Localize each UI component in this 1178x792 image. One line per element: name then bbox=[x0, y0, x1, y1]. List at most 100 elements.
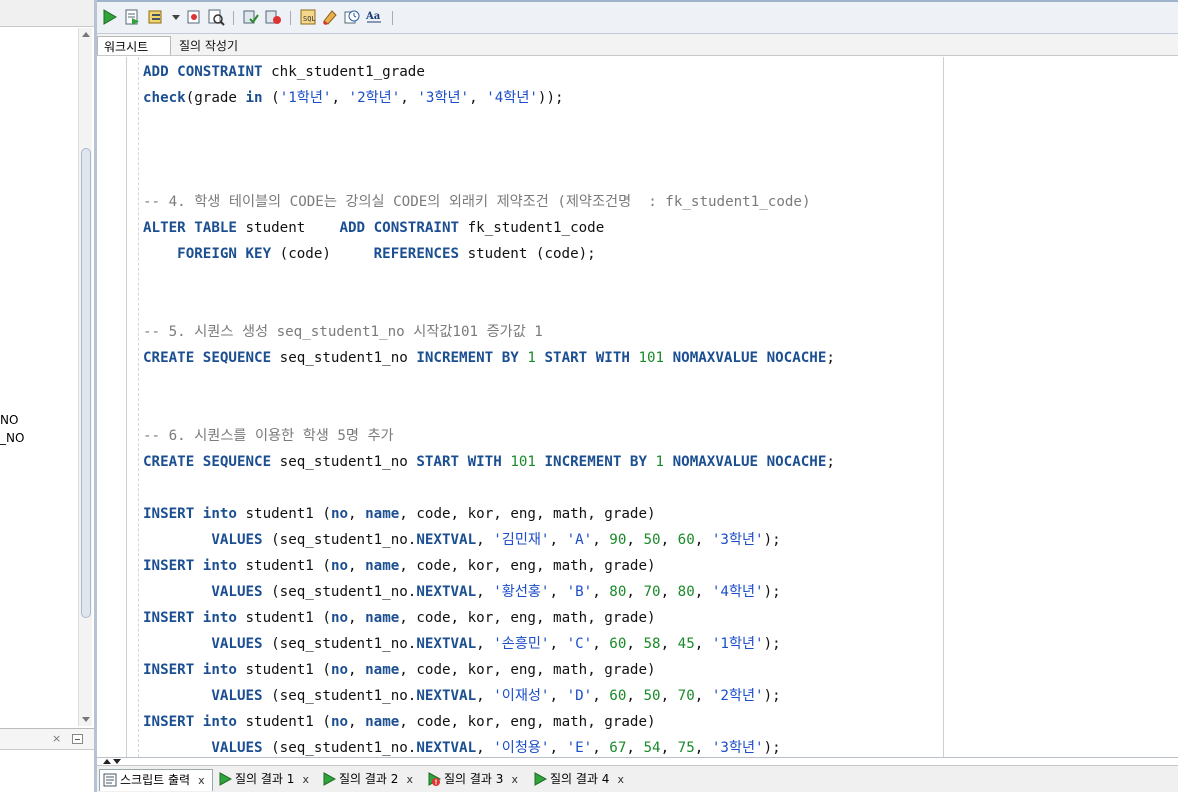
tab-script-output[interactable]: 스크립트 출력 x bbox=[99, 769, 213, 791]
code-line[interactable]: INSERT into student1 (no, name, code, ko… bbox=[143, 501, 1173, 527]
code-line[interactable]: CREATE SEQUENCE seq_student1_no START WI… bbox=[143, 449, 1173, 475]
code-line[interactable] bbox=[143, 475, 1173, 501]
left-panel-scrollbar[interactable] bbox=[78, 28, 92, 726]
code-token: , bbox=[592, 636, 610, 652]
code-token: '김민재' bbox=[493, 532, 550, 548]
code-line[interactable]: INSERT into student1 (no, name, code, ko… bbox=[143, 605, 1173, 631]
code-line[interactable]: INSERT into student1 (no, name, code, ko… bbox=[143, 553, 1173, 579]
code-token: (seq_student1_no. bbox=[262, 584, 417, 600]
code-line[interactable]: -- 4. 학생 테이블의 CODE는 강의실 CODE의 외래키 제약조건 (… bbox=[143, 189, 1173, 215]
code-token: VALUES bbox=[211, 532, 263, 548]
code-line[interactable]: -- 6. 시퀀스를 이용한 학생 5명 추가 bbox=[143, 423, 1173, 449]
tab-worksheet[interactable]: 워크시트 bbox=[97, 36, 171, 55]
code-token: 75 bbox=[677, 740, 695, 756]
code-token: , bbox=[660, 532, 678, 548]
code-line[interactable]: ADD CONSTRAINT chk_student1_grade bbox=[143, 59, 1173, 85]
code-token: , bbox=[476, 688, 494, 704]
code-token: no bbox=[330, 714, 349, 730]
minimize-icon[interactable] bbox=[72, 734, 83, 744]
code-line[interactable]: VALUES (seq_student1_no.NEXTVAL, '이재성', … bbox=[143, 683, 1173, 709]
code-line[interactable]: VALUES (seq_student1_no.NEXTVAL, '이청용', … bbox=[143, 735, 1173, 757]
code-line[interactable]: VALUES (seq_student1_no.NEXTVAL, '손흥민', … bbox=[143, 631, 1173, 657]
expand-up-icon[interactable] bbox=[103, 759, 111, 764]
collapse-down-icon[interactable] bbox=[113, 759, 121, 764]
code-line[interactable] bbox=[143, 293, 1173, 319]
code-token: , bbox=[660, 740, 678, 756]
code-line[interactable]: VALUES (seq_student1_no.NEXTVAL, '황선홍', … bbox=[143, 579, 1173, 605]
tab-label: 질의 결과 1 bbox=[235, 772, 295, 786]
tab-query-builder[interactable]: 질의 작성기 bbox=[173, 36, 244, 55]
tab-query-result-2[interactable]: 질의 결과 2 x bbox=[319, 769, 413, 791]
code-line[interactable]: INSERT into student1 (no, name, code, ko… bbox=[143, 657, 1173, 683]
code-token: (grade bbox=[185, 90, 246, 106]
code-token: 70 bbox=[677, 688, 695, 704]
scrollbar-thumb[interactable] bbox=[81, 148, 91, 618]
close-icon[interactable]: x bbox=[617, 773, 624, 786]
close-icon[interactable]: x bbox=[406, 773, 413, 786]
code-line[interactable]: check(grade in ('1학년', '2학년', '3학년', '4학… bbox=[143, 85, 1173, 111]
tab-query-result-1[interactable]: 질의 결과 1 x bbox=[215, 769, 309, 791]
code-line[interactable] bbox=[143, 163, 1173, 189]
format-case-icon[interactable]: Aa bbox=[365, 8, 383, 26]
code-token: student bbox=[236, 220, 340, 236]
code-token: 101 bbox=[638, 350, 665, 366]
code-token: student1 ( bbox=[236, 506, 331, 522]
run-script-icon[interactable] bbox=[123, 8, 141, 26]
code-token: check bbox=[143, 90, 186, 106]
clear-icon[interactable] bbox=[321, 8, 339, 26]
sql-tuning-icon[interactable] bbox=[207, 8, 225, 26]
code-area[interactable]: ADD CONSTRAINT chk_student1_grade check(g… bbox=[143, 59, 1173, 757]
code-line[interactable]: INSERT into student1 (no, name, code, ko… bbox=[143, 709, 1173, 735]
list-item[interactable]: _NO bbox=[0, 431, 24, 445]
code-token: VALUES bbox=[211, 636, 263, 652]
code-token: , bbox=[476, 636, 494, 652]
sql-editor[interactable]: ADD CONSTRAINT chk_student1_grade check(g… bbox=[97, 57, 1178, 757]
code-token: '3학년' bbox=[711, 740, 764, 756]
code-token: '이청용' bbox=[493, 740, 550, 756]
explain-plan-icon[interactable] bbox=[147, 8, 165, 26]
code-line[interactable]: VALUES (seq_student1_no.NEXTVAL, '김민재', … bbox=[143, 527, 1173, 553]
scroll-up-icon[interactable] bbox=[82, 32, 90, 37]
code-token: , bbox=[549, 532, 567, 548]
code-token: student1 ( bbox=[236, 662, 331, 678]
code-token: student (code); bbox=[459, 246, 596, 262]
close-icon[interactable]: x bbox=[511, 773, 518, 786]
code-token: 70 bbox=[643, 584, 661, 600]
code-token: INSERT bbox=[143, 558, 195, 574]
code-line[interactable]: CREATE SEQUENCE seq_student1_no INCREMEN… bbox=[143, 345, 1173, 371]
list-item[interactable]: NO bbox=[0, 413, 18, 427]
code-line[interactable] bbox=[143, 371, 1173, 397]
close-icon[interactable]: × bbox=[52, 732, 61, 745]
code-line[interactable]: FOREIGN KEY (code) REFERENCES student (c… bbox=[143, 241, 1173, 267]
code-line[interactable]: -- 5. 시퀀스 생성 seq_student1_no 시작값101 증가값 … bbox=[143, 319, 1173, 345]
code-token: INSERT bbox=[143, 714, 195, 730]
run-statement-icon[interactable] bbox=[100, 8, 118, 26]
code-line[interactable] bbox=[143, 137, 1173, 163]
code-line[interactable]: ALTER TABLE student ADD CONSTRAINT fk_st… bbox=[143, 215, 1173, 241]
scroll-down-icon[interactable] bbox=[82, 717, 90, 722]
autotrace-icon[interactable] bbox=[185, 8, 203, 26]
code-token: REFERENCES bbox=[373, 246, 460, 262]
code-line[interactable] bbox=[143, 397, 1173, 423]
code-token: (seq_student1_no. bbox=[262, 688, 417, 704]
tab-query-result-4[interactable]: 질의 결과 4 x bbox=[530, 769, 624, 791]
left-bottom-panel bbox=[0, 750, 94, 792]
close-icon[interactable]: x bbox=[198, 774, 205, 787]
commit-icon[interactable] bbox=[242, 8, 260, 26]
code-token: seq_student1_no bbox=[271, 454, 417, 470]
code-line[interactable] bbox=[143, 267, 1173, 293]
code-token: NOMAXVALUE NOCACHE bbox=[672, 454, 827, 470]
unshared-sql-icon[interactable] bbox=[343, 8, 361, 26]
chevron-down-icon[interactable] bbox=[172, 15, 180, 20]
code-token: ALTER TABLE bbox=[143, 220, 237, 236]
code-line[interactable] bbox=[143, 111, 1173, 137]
results-splitter[interactable] bbox=[97, 757, 1178, 765]
sql-history-icon[interactable]: SQL bbox=[299, 8, 317, 26]
tab-query-result-3[interactable]: 질의 결과 3 x bbox=[424, 769, 518, 791]
close-icon[interactable]: x bbox=[302, 773, 309, 786]
code-token: 67 bbox=[609, 740, 627, 756]
rollback-icon[interactable] bbox=[264, 8, 282, 26]
